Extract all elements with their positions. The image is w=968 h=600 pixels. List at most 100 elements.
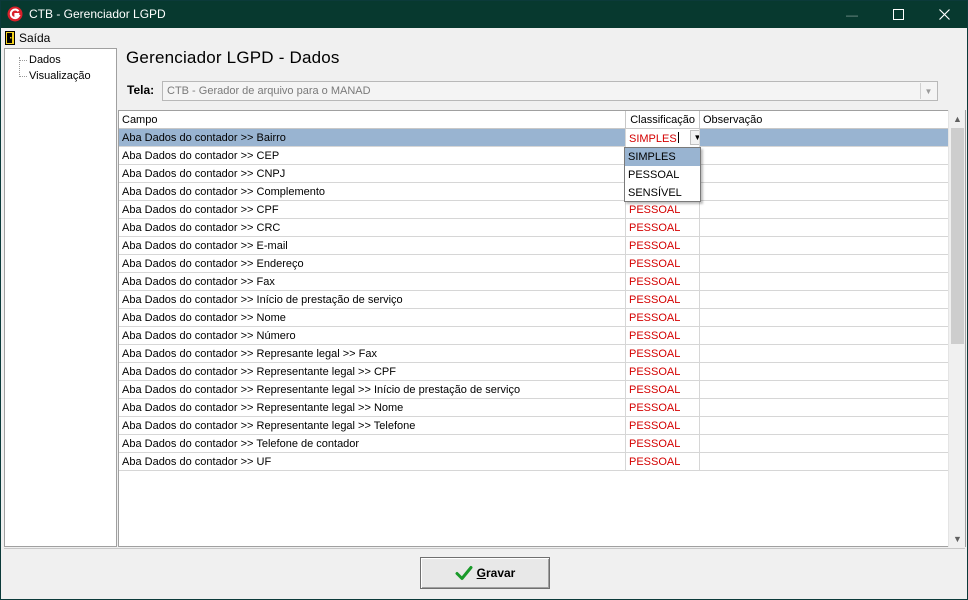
cell-campo[interactable]: Aba Dados do contador >> CPF xyxy=(119,201,626,219)
table-row[interactable]: Aba Dados do contador >> CPF PESSOAL xyxy=(119,201,949,219)
cell-observacao[interactable] xyxy=(700,201,949,219)
menu-item-saida[interactable]: Saída xyxy=(5,29,50,47)
vertical-scrollbar[interactable]: ▲ ▼ xyxy=(948,110,965,547)
cell-observacao[interactable] xyxy=(700,165,949,183)
cell-observacao[interactable] xyxy=(700,237,949,255)
table-row[interactable]: Aba Dados do contador >> Representante l… xyxy=(119,417,949,435)
minimize-button[interactable]: — xyxy=(829,1,875,28)
cell-classificacao[interactable]: PESSOAL xyxy=(626,255,700,273)
cell-campo[interactable]: Aba Dados do contador >> Telefone de con… xyxy=(119,435,626,453)
text-caret xyxy=(677,132,679,143)
cell-classificacao[interactable]: PESSOAL xyxy=(626,345,700,363)
table-row[interactable]: Aba Dados do contador >> BairroSIMPLES ▼ xyxy=(119,129,949,147)
cell-campo[interactable]: Aba Dados do contador >> Fax xyxy=(119,273,626,291)
cell-classificacao[interactable]: PESSOAL xyxy=(626,237,700,255)
save-button-label: ravar xyxy=(485,566,516,580)
cell-campo[interactable]: Aba Dados do contador >> Representante l… xyxy=(119,399,626,417)
table-row[interactable]: Aba Dados do contador >> E-mail PESSOAL xyxy=(119,237,949,255)
table-row[interactable]: Aba Dados do contador >> Represante lega… xyxy=(119,345,949,363)
tela-select[interactable]: CTB - Gerador de arquivo para o MANAD ▼ xyxy=(162,81,938,101)
cell-classificacao[interactable]: PESSOAL xyxy=(626,219,700,237)
cell-observacao[interactable] xyxy=(700,435,949,453)
table-row[interactable]: Aba Dados do contador >> CEP xyxy=(119,147,949,165)
column-header-observacao[interactable]: Observação xyxy=(700,111,949,129)
menu-bar: Saída xyxy=(1,28,967,48)
table-row[interactable]: Aba Dados do contador >> Número PESSOAL xyxy=(119,327,949,345)
table-row[interactable]: Aba Dados do contador >> Endereço PESSOAL xyxy=(119,255,949,273)
cell-observacao[interactable] xyxy=(700,381,949,399)
cell-observacao[interactable] xyxy=(700,255,949,273)
app-logo-icon xyxy=(7,6,23,22)
cell-classificacao[interactable]: PESSOAL xyxy=(626,309,700,327)
cell-campo[interactable]: Aba Dados do contador >> Bairro xyxy=(119,129,626,147)
cell-observacao[interactable] xyxy=(700,309,949,327)
scroll-down-icon[interactable]: ▼ xyxy=(949,530,966,547)
cell-campo[interactable]: Aba Dados do contador >> Representante l… xyxy=(119,363,626,381)
table-row[interactable]: Aba Dados do contador >> Representante l… xyxy=(119,381,949,399)
cell-campo[interactable]: Aba Dados do contador >> Representante l… xyxy=(119,417,626,435)
cell-classificacao[interactable]: PESSOAL xyxy=(626,399,700,417)
table-row[interactable]: Aba Dados do contador >> Representante l… xyxy=(119,363,949,381)
cell-observacao[interactable] xyxy=(700,129,949,147)
cell-classificacao[interactable]: PESSOAL xyxy=(626,435,700,453)
cell-classificacao[interactable]: PESSOAL xyxy=(626,201,700,219)
table-row[interactable]: Aba Dados do contador >> UF PESSOAL xyxy=(119,453,949,471)
table-row[interactable]: Aba Dados do contador >> Nome PESSOAL xyxy=(119,309,949,327)
cell-observacao[interactable] xyxy=(700,345,949,363)
cell-campo[interactable]: Aba Dados do contador >> Representante l… xyxy=(119,381,626,399)
table-row[interactable]: Aba Dados do contador >> CRC PESSOAL xyxy=(119,219,949,237)
tela-label: Tela: xyxy=(127,83,155,97)
table-row[interactable]: Aba Dados do contador >> Complemento xyxy=(119,183,949,201)
cell-classificacao[interactable]: PESSOAL xyxy=(626,291,700,309)
cell-campo[interactable]: Aba Dados do contador >> E-mail xyxy=(119,237,626,255)
cell-classificacao[interactable]: PESSOAL xyxy=(626,363,700,381)
cell-campo[interactable]: Aba Dados do contador >> CNPJ xyxy=(119,165,626,183)
table-row[interactable]: Aba Dados do contador >> Início de prest… xyxy=(119,291,949,309)
table-row[interactable]: Aba Dados do contador >> CNPJ xyxy=(119,165,949,183)
grid-header: Campo Classificação Observação xyxy=(119,111,949,129)
cell-classificacao[interactable]: PESSOAL xyxy=(626,273,700,291)
cell-campo[interactable]: Aba Dados do contador >> Complemento xyxy=(119,183,626,201)
tree-item-visualizacao[interactable]: Visualização xyxy=(29,70,91,82)
cell-classificacao[interactable]: PESSOAL xyxy=(626,327,700,345)
cell-observacao[interactable] xyxy=(700,399,949,417)
column-header-classificacao[interactable]: Classificação xyxy=(626,111,700,129)
cell-observacao[interactable] xyxy=(700,183,949,201)
cell-campo[interactable]: Aba Dados do contador >> CEP xyxy=(119,147,626,165)
cell-campo[interactable]: Aba Dados do contador >> Nome xyxy=(119,309,626,327)
cell-observacao[interactable] xyxy=(700,291,949,309)
dropdown-option[interactable]: SIMPLES xyxy=(625,148,700,166)
scroll-up-icon[interactable]: ▲ xyxy=(949,110,966,127)
table-row[interactable]: Aba Dados do contador >> Representante l… xyxy=(119,399,949,417)
cell-observacao[interactable] xyxy=(700,219,949,237)
tree-item-dados[interactable]: Dados xyxy=(29,54,61,66)
cell-observacao[interactable] xyxy=(700,273,949,291)
dropdown-option[interactable]: PESSOAL xyxy=(625,166,700,184)
chevron-down-icon[interactable]: ▼ xyxy=(690,130,699,145)
cell-campo[interactable]: Aba Dados do contador >> Número xyxy=(119,327,626,345)
cell-observacao[interactable] xyxy=(700,363,949,381)
navigation-tree: Dados Visualização xyxy=(4,48,117,547)
scrollbar-thumb[interactable] xyxy=(951,128,964,344)
cell-observacao[interactable] xyxy=(700,147,949,165)
cell-classificacao[interactable]: PESSOAL xyxy=(626,417,700,435)
cell-campo[interactable]: Aba Dados do contador >> Início de prest… xyxy=(119,291,626,309)
table-row[interactable]: Aba Dados do contador >> Telefone de con… xyxy=(119,435,949,453)
cell-observacao[interactable] xyxy=(700,453,949,471)
cell-campo[interactable]: Aba Dados do contador >> Represante lega… xyxy=(119,345,626,363)
close-button[interactable] xyxy=(921,1,967,28)
cell-campo[interactable]: Aba Dados do contador >> CRC xyxy=(119,219,626,237)
chevron-down-icon[interactable]: ▼ xyxy=(920,83,936,99)
cell-classificacao[interactable]: PESSOAL xyxy=(626,453,700,471)
cell-campo[interactable]: Aba Dados do contador >> Endereço xyxy=(119,255,626,273)
cell-observacao[interactable] xyxy=(700,327,949,345)
cell-classificacao[interactable]: PESSOAL xyxy=(626,381,700,399)
cell-campo[interactable]: Aba Dados do contador >> UF xyxy=(119,453,626,471)
column-header-campo[interactable]: Campo xyxy=(119,111,626,129)
dropdown-option[interactable]: SENSÍVEL xyxy=(625,184,700,202)
save-button[interactable]: Gravar xyxy=(420,557,550,589)
table-row[interactable]: Aba Dados do contador >> Fax PESSOAL xyxy=(119,273,949,291)
cell-observacao[interactable] xyxy=(700,417,949,435)
maximize-button[interactable] xyxy=(875,1,921,28)
classification-combo[interactable]: SIMPLES ▼ xyxy=(626,129,700,147)
